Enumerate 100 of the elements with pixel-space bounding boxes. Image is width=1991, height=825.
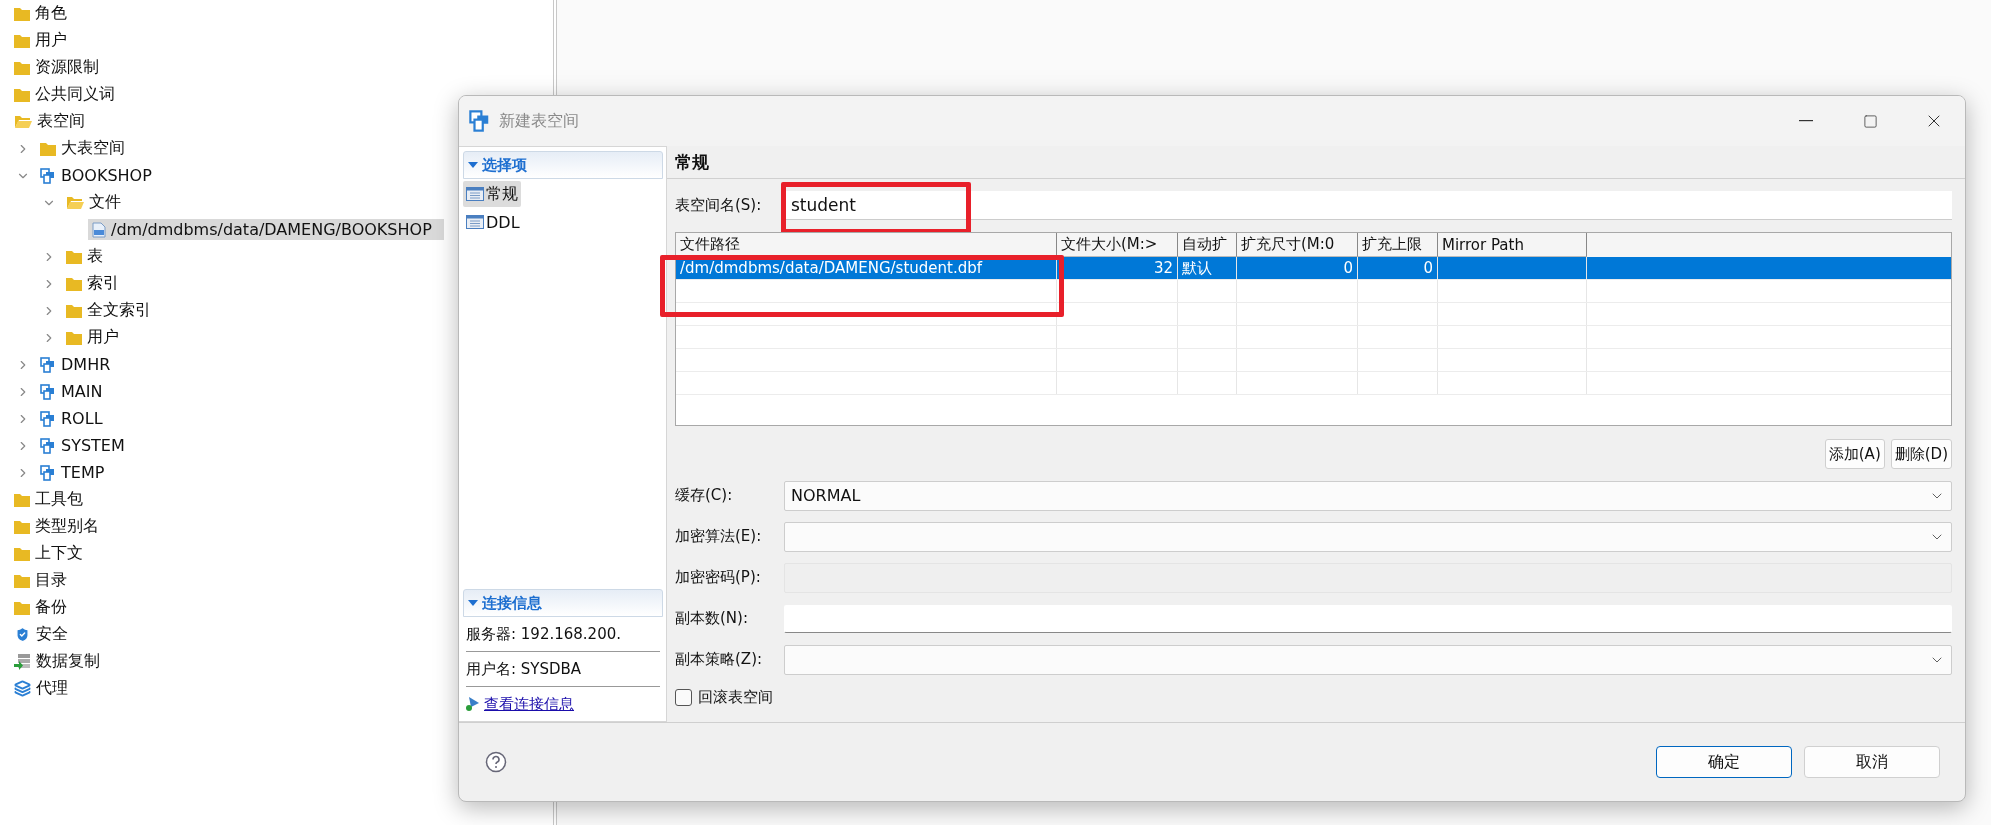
folder-icon xyxy=(14,600,30,615)
tree-item[interactable]: TEMP xyxy=(36,462,117,483)
rollback-checkbox[interactable] xyxy=(675,688,692,706)
tree-item[interactable]: 工具包 xyxy=(10,488,95,511)
cancel-button[interactable]: 取消 xyxy=(1804,746,1940,778)
shield-icon xyxy=(14,626,31,643)
tree-item-label: 用户 xyxy=(86,326,120,348)
folder-icon xyxy=(14,6,30,21)
tree-item-label: 大表空间 xyxy=(60,137,126,159)
dropdown-field[interactable] xyxy=(784,644,1952,675)
folder-icon xyxy=(14,87,30,102)
maximize-icon xyxy=(1862,113,1878,129)
tablespace-name-field[interactable]: student xyxy=(785,190,1952,220)
tree-item[interactable]: 代理 xyxy=(10,677,80,700)
open-folder-icon xyxy=(66,195,84,210)
table-cell: 0 xyxy=(1358,257,1438,279)
tree-item-label: ROLL xyxy=(60,408,104,429)
tree-item-label: DMHR xyxy=(60,354,112,375)
tree-item[interactable]: MAIN xyxy=(36,381,115,402)
tree-item[interactable]: 全文索引 xyxy=(62,299,163,322)
section-heading: 常规 xyxy=(667,146,1965,179)
tree-item[interactable]: 上下文 xyxy=(10,542,95,565)
tree-item[interactable]: 用户 xyxy=(62,326,131,349)
tablespace-icon xyxy=(40,383,56,400)
tree-item[interactable]: 数据复制 xyxy=(10,650,112,673)
dropdown-field[interactable]: NORMAL xyxy=(784,480,1952,511)
tree-item[interactable]: BOOKSHOP xyxy=(36,165,164,186)
checkbox-label: 回滚表空间 xyxy=(698,687,774,707)
tree-item-label: 备份 xyxy=(34,596,68,618)
tree-item-label: 类型别名 xyxy=(34,515,100,537)
input-field[interactable] xyxy=(784,604,1952,633)
tree-item-label: BOOKSHOP xyxy=(60,165,153,186)
nav-item[interactable]: DDL xyxy=(463,209,523,235)
layers-icon xyxy=(14,680,31,697)
table-cell: 默认 xyxy=(1178,257,1237,279)
minimize-icon xyxy=(1799,120,1813,122)
tree-item-label: MAIN xyxy=(60,381,104,402)
tree-item[interactable]: 目录 xyxy=(10,569,79,592)
table-cell: 0 xyxy=(1237,257,1358,279)
tree-item[interactable]: DMHR xyxy=(36,354,123,375)
section-header[interactable]: 选择项 xyxy=(463,151,663,179)
tablespace-icon xyxy=(40,356,56,373)
tree-item[interactable]: 用户 xyxy=(10,29,79,52)
field-label: 表空间名(S): xyxy=(675,195,763,215)
folder-icon xyxy=(40,141,56,156)
tree-item[interactable]: 大表空间 xyxy=(36,137,137,160)
add-button[interactable]: 添加(A) xyxy=(1824,439,1885,469)
tree-item-label: 资源限制 xyxy=(34,56,100,78)
folder-icon xyxy=(14,60,30,75)
tree-item[interactable]: 资源限制 xyxy=(10,56,111,79)
tree-item[interactable]: 文件 xyxy=(62,191,133,214)
dropdown-field[interactable] xyxy=(784,521,1952,552)
folder-icon xyxy=(66,330,82,345)
dialog-title: 新建表空间 xyxy=(499,110,580,132)
tree-item[interactable]: 表 xyxy=(62,245,115,268)
tree-item[interactable]: 角色 xyxy=(10,2,79,25)
list-icon xyxy=(466,215,484,229)
tablespace-icon xyxy=(40,437,56,454)
tree-item[interactable]: 索引 xyxy=(62,272,131,295)
tree-item[interactable]: 表空间 xyxy=(10,110,97,133)
tree-item-label: 公共同义词 xyxy=(34,83,116,105)
tree-item-label: TEMP xyxy=(60,462,106,483)
tree-item-label: 数据复制 xyxy=(35,650,101,672)
table-row[interactable]: /dm/dmdbms/data/DAMENG/student.dbf 32 默认 0 0 xyxy=(676,257,1951,280)
delete-button[interactable]: 删除(D) xyxy=(1890,439,1952,469)
collapse-triangle-icon[interactable] xyxy=(468,162,478,168)
tree-item[interactable]: 安全 xyxy=(10,623,80,646)
tree-item-label: 表空间 xyxy=(36,110,86,132)
field-label: 副本策略(Z): xyxy=(675,650,764,669)
column-header[interactable]: 文件路径 xyxy=(676,233,1057,257)
server-info: 服务器: 192.168.200. xyxy=(466,617,660,652)
section-header[interactable]: 连接信息 xyxy=(463,589,663,617)
tree-item-label: 表 xyxy=(86,245,104,267)
file-icon xyxy=(92,221,106,238)
tablespace-icon xyxy=(469,110,491,132)
folder-icon xyxy=(66,276,82,291)
user-info: 用户名: SYSDBA xyxy=(466,652,660,687)
tree-item[interactable]: 类型别名 xyxy=(10,515,111,538)
tree-item[interactable]: 备份 xyxy=(10,596,79,619)
folder-icon xyxy=(14,33,30,48)
view-connection-link[interactable]: 查看连接信息 xyxy=(484,694,574,714)
field-label: 加密密码(P): xyxy=(675,568,762,587)
collapse-triangle-icon[interactable] xyxy=(468,600,478,606)
tree-item-label: 文件 xyxy=(88,191,122,213)
tree-item[interactable]: SYSTEM xyxy=(36,435,137,456)
nav-item[interactable]: 常规 xyxy=(463,181,521,207)
field-label: 副本数(N): xyxy=(675,609,749,628)
tree-item[interactable]: ROLL xyxy=(36,408,115,429)
list-icon xyxy=(466,187,484,201)
ok-button[interactable]: 确定 xyxy=(1656,746,1792,778)
tablespace-icon xyxy=(40,410,56,427)
help-icon[interactable] xyxy=(485,751,507,773)
tree-item-label: SYSTEM xyxy=(60,435,126,456)
folder-icon xyxy=(14,573,30,588)
field-label: 加密算法(E): xyxy=(675,527,763,546)
tree-item-label: 上下文 xyxy=(34,542,84,564)
tree-item-label: 索引 xyxy=(86,272,120,294)
tree-item-label: 目录 xyxy=(34,569,68,591)
tree-item[interactable]: 公共同义词 xyxy=(10,83,127,106)
replication-icon xyxy=(14,653,31,670)
